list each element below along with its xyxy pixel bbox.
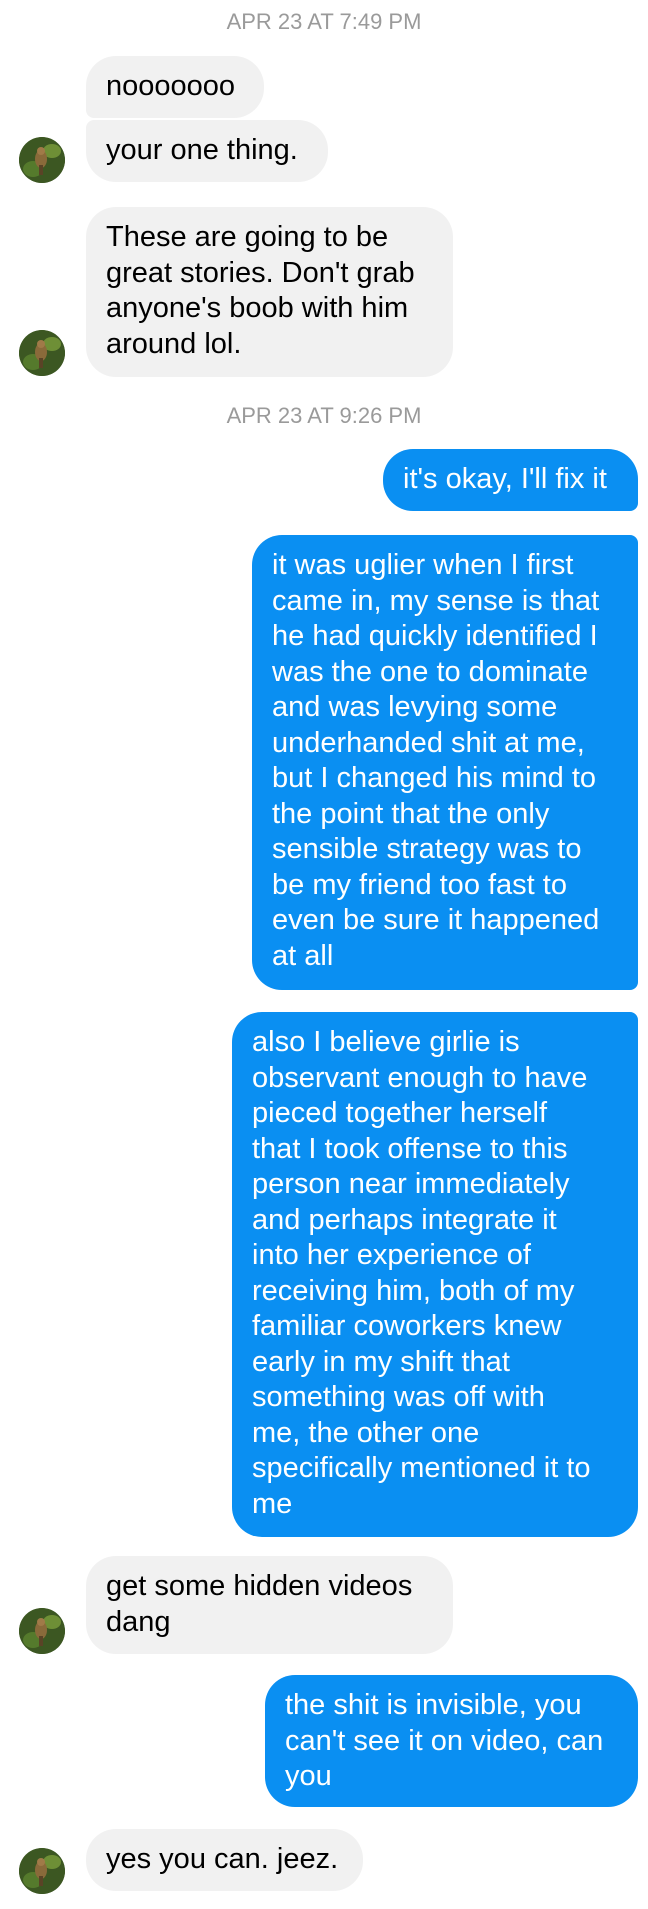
message-thread[interactable]: { "thread": { "timestamps": ["APR 23 AT … [0, 0, 648, 1909]
contact-avatar[interactable] [19, 1848, 65, 1894]
contact-avatar[interactable] [19, 330, 65, 376]
incoming-message-bubble[interactable]: yes you can. jeez. [86, 1829, 363, 1891]
incoming-message-bubble[interactable]: your one thing. [86, 120, 328, 182]
outgoing-message-bubble[interactable]: it was uglier when I first came in, my s… [252, 535, 638, 990]
contact-avatar[interactable] [19, 137, 65, 183]
incoming-message-bubble[interactable]: nooooooo [86, 56, 264, 118]
timestamp: APR 23 AT 9:26 PM [226, 403, 422, 428]
incoming-message-bubble[interactable]: get some hidden videos dang [86, 1556, 453, 1654]
timestamp: APR 23 AT 7:49 PM [226, 9, 422, 34]
outgoing-message-bubble[interactable]: the shit is invisible, you can't see it … [265, 1675, 638, 1807]
outgoing-message-bubble[interactable]: also I believe girlie is observant enoug… [232, 1012, 638, 1537]
outgoing-message-bubble[interactable]: it's okay, I'll fix it [383, 449, 638, 511]
contact-avatar[interactable] [19, 1608, 65, 1654]
incoming-message-bubble[interactable]: These are going to be great stories. Don… [86, 207, 453, 377]
